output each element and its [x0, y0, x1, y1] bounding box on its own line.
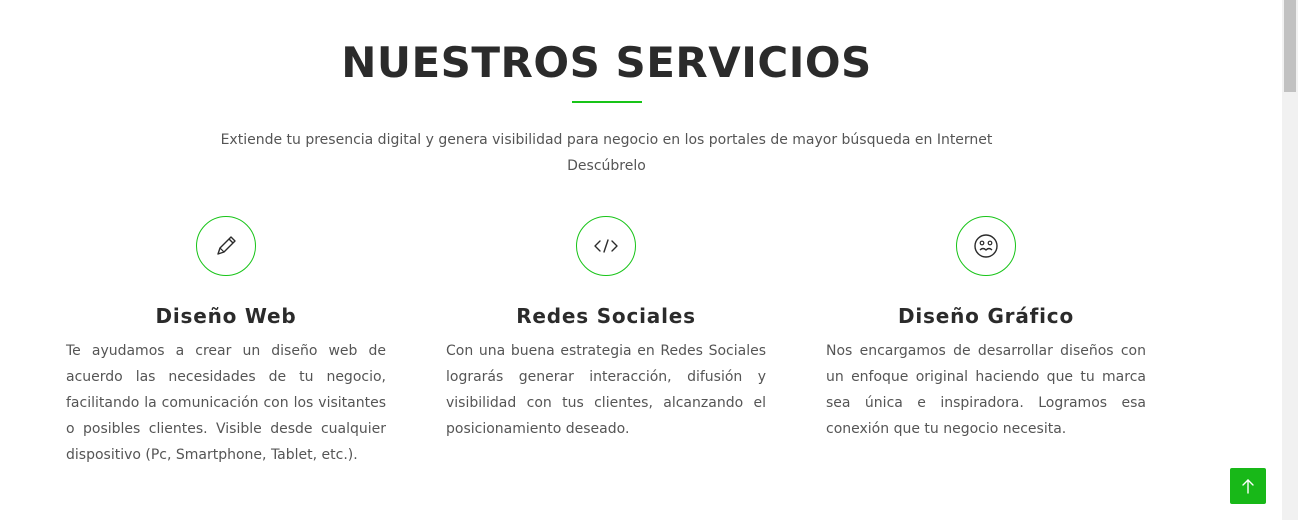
subtitle-line-1: Extiende tu presencia digital y genera v… [220, 132, 993, 148]
pencil-icon [196, 216, 256, 276]
scroll-to-top-button[interactable] [1230, 468, 1266, 504]
service-description: Con una buena estrategia en Redes Social… [446, 343, 766, 437]
subtitle-line-2: Descúbrelo [567, 158, 646, 174]
arrow-up-icon [1242, 479, 1254, 494]
services-section: NUESTROS SERVICIOS Extiende tu presencia… [0, 0, 1282, 520]
service-card-diseno-web: Diseño Web Te ayudamos a crear un diseño… [66, 216, 386, 468]
section-subtitle: Extiende tu presencia digital y genera v… [0, 127, 1213, 179]
scrollbar-thumb[interactable] [1284, 0, 1296, 92]
section-title: NUESTROS SERVICIOS [341, 38, 872, 87]
service-card-diseno-grafico: Diseño Gráfico Nos encargamos de desarro… [826, 216, 1146, 442]
title-underline [572, 101, 642, 103]
service-title: Diseño Web [155, 304, 297, 328]
code-icon [576, 216, 636, 276]
smiley-icon [956, 216, 1016, 276]
page-scrollbar[interactable] [1282, 0, 1298, 520]
service-card-redes-sociales: Redes Sociales Con una buena estrategia … [446, 216, 766, 442]
service-title: Redes Sociales [516, 304, 696, 328]
service-description: Nos encargamos de desarrollar diseños co… [826, 343, 1146, 437]
service-title: Diseño Gráfico [898, 304, 1074, 328]
service-description: Te ayudamos a crear un diseño web de acu… [66, 343, 386, 463]
